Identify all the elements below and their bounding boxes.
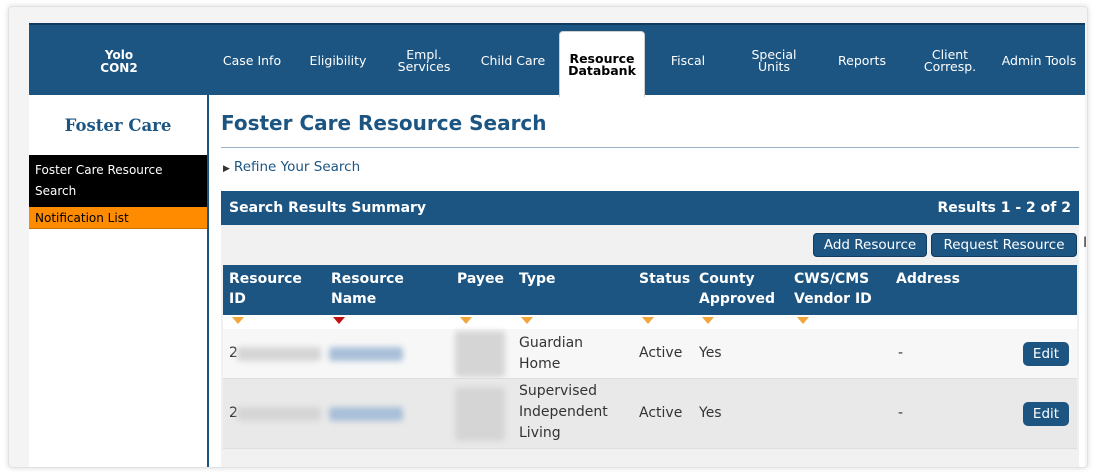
- redacted-resource-id: [237, 407, 321, 421]
- add-resource-button[interactable]: Add Resource: [813, 233, 927, 257]
- app-window: Yolo CON2 Case Info Eligibility Empl. Se…: [29, 23, 1087, 467]
- col-status[interactable]: Status: [639, 269, 690, 289]
- col-cws-cms-vendor-id[interactable]: CWS/CMS Vendor ID: [794, 269, 872, 309]
- col-county-approved[interactable]: County Approved: [699, 269, 775, 309]
- sort-resource-id-icon[interactable]: [232, 317, 244, 324]
- sort-row: [223, 315, 1077, 329]
- nav-fiscal[interactable]: Fiscal: [645, 25, 731, 97]
- sidebar-item-foster-care-resource-search[interactable]: Foster Care Resource Search: [29, 155, 207, 207]
- type-value: Guardian Home: [519, 335, 584, 372]
- table-row: 2 Supervised Independent Living Active Y…: [223, 379, 1077, 449]
- nav-resource-databank[interactable]: Resource Databank: [559, 31, 645, 97]
- refine-search-toggle[interactable]: ▶ Refine Your Search: [223, 159, 360, 175]
- sort-county-approved-icon[interactable]: [702, 317, 714, 324]
- results-summary-bar: Search Results Summary Results 1 - 2 of …: [221, 191, 1079, 225]
- sort-status-icon[interactable]: [642, 317, 654, 324]
- county-label: Yolo CON2: [29, 25, 209, 97]
- nav-reports[interactable]: Reports: [817, 25, 907, 97]
- table-header: Resource ID Resource Name Payee Type Sta…: [223, 265, 1077, 315]
- sidebar-title: Foster Care: [64, 115, 172, 135]
- col-payee[interactable]: Payee: [457, 269, 504, 289]
- summary-title: Search Results Summary: [229, 200, 427, 216]
- table-row: 2 Guardian Home Active Yes - Edit: [223, 329, 1077, 379]
- status-value: Active: [639, 345, 683, 361]
- text-cursor-icon: I: [1083, 235, 1088, 251]
- nav-client-corresp[interactable]: Client Corresp.: [907, 25, 993, 97]
- sort-type-icon[interactable]: [521, 317, 533, 324]
- caret-right-icon: ▶: [223, 164, 230, 174]
- col-resource-id[interactable]: Resource ID: [229, 269, 302, 309]
- request-resource-button[interactable]: Request Resource: [931, 233, 1077, 257]
- nav-empl-services[interactable]: Empl. Services: [381, 25, 467, 97]
- status-value: Active: [639, 405, 683, 421]
- nav-special-units[interactable]: Special Units: [731, 25, 817, 97]
- address-value: -: [898, 405, 904, 421]
- refine-search-label: Refine Your Search: [233, 159, 361, 175]
- edit-button[interactable]: Edit: [1023, 402, 1069, 426]
- type-value: Supervised Independent Living: [519, 383, 608, 441]
- address-value: -: [898, 345, 904, 361]
- redacted-payee: [455, 331, 505, 377]
- redacted-resource-id: [237, 347, 321, 361]
- results-count: Results 1 - 2 of 2: [937, 200, 1071, 216]
- main-content: Foster Care Resource Search ▶ Refine Your…: [211, 95, 1087, 467]
- nav-case-info[interactable]: Case Info: [209, 25, 295, 97]
- top-navigation: Yolo CON2 Case Info Eligibility Empl. Se…: [29, 23, 1085, 97]
- redacted-resource-name-link[interactable]: [329, 347, 403, 361]
- title-divider: [221, 147, 1079, 148]
- screenshot-frame: Yolo CON2 Case Info Eligibility Empl. Se…: [8, 6, 1088, 468]
- county-code: CON2: [100, 61, 138, 75]
- sidebar: Foster Care Foster Care Resource Search …: [29, 95, 209, 467]
- sort-cws-cms-icon[interactable]: [797, 317, 809, 324]
- nav-admin-tools[interactable]: Admin Tools: [993, 25, 1085, 97]
- sort-resource-name-icon[interactable]: [333, 317, 345, 324]
- redacted-payee: [455, 387, 505, 441]
- col-type[interactable]: Type: [519, 269, 556, 289]
- sidebar-item-notification-list[interactable]: Notification List: [29, 207, 207, 229]
- nav-eligibility[interactable]: Eligibility: [295, 25, 381, 97]
- sort-payee-icon[interactable]: [460, 317, 472, 324]
- county-approved-value: Yes: [699, 405, 722, 421]
- edit-button[interactable]: Edit: [1023, 342, 1069, 366]
- nav-child-care[interactable]: Child Care: [467, 25, 559, 97]
- col-resource-name[interactable]: Resource Name: [331, 269, 404, 309]
- results-table: Resource ID Resource Name Payee Type Sta…: [223, 265, 1077, 449]
- county-approved-value: Yes: [699, 345, 722, 361]
- results-panel: Add Resource Request Resource I Resource…: [221, 225, 1087, 467]
- col-address[interactable]: Address: [896, 269, 960, 289]
- redacted-resource-name-link[interactable]: [329, 407, 403, 421]
- page-title: Foster Care Resource Search: [221, 111, 547, 135]
